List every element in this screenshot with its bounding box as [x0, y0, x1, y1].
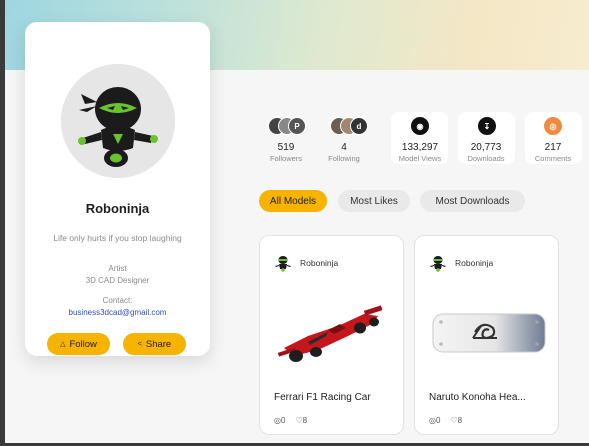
share-icon: <	[137, 340, 142, 348]
share-label: Share	[145, 338, 172, 350]
filter-all-models[interactable]: All Models	[259, 190, 327, 212]
person-plus-icon: △	[60, 341, 66, 348]
stat-label: Downloads	[467, 154, 505, 163]
stat-label: Comments	[534, 154, 572, 163]
like-value: 8	[457, 416, 463, 425]
stat-model-views: 133,297 Model Views	[390, 142, 450, 163]
author-name: Roboninja	[455, 258, 494, 268]
stat-followers[interactable]: 519 Followers	[256, 142, 316, 163]
filter-most-likes[interactable]: Most Likes	[338, 190, 410, 212]
profile-card: Roboninja Life only hurts if you stop la…	[25, 22, 210, 356]
following-avatars[interactable]: d	[330, 114, 368, 138]
naruto-headband-thumbnail	[432, 313, 546, 353]
download-icon: ↧	[477, 114, 497, 138]
stat-label: Followers	[269, 154, 303, 163]
author-avatar-icon	[430, 256, 446, 272]
model-title[interactable]: Ferrari F1 Racing Car	[274, 392, 399, 403]
stat-label: Model Views	[398, 154, 442, 163]
comment-count[interactable]: ◎0	[429, 416, 440, 425]
author-avatar-icon	[275, 256, 291, 272]
following-avatar: d	[350, 117, 368, 135]
contact-email-link[interactable]: business3dcad@gmail.com	[25, 308, 210, 317]
comment-value: 0	[280, 416, 286, 425]
stat-label: Following	[328, 154, 360, 163]
page: Roboninja Life only hurts if you stop la…	[0, 0, 589, 446]
follow-label: Follow	[69, 338, 97, 350]
profile-name: Roboninja	[85, 201, 150, 216]
stat-value: 217	[544, 142, 562, 153]
comment-icon: ◎	[274, 416, 281, 425]
ninja-avatar-icon	[61, 64, 175, 178]
profile-bio: Life only hurts if you stop laughing	[53, 233, 182, 243]
model-title[interactable]: Naruto Konoha Hea...	[429, 392, 554, 403]
profile-subrole: 3D CAD Designer	[85, 276, 150, 285]
stat-comments: 217 Comments	[523, 142, 583, 163]
stat-value: 4	[341, 142, 347, 153]
author-name: Roboninja	[300, 258, 339, 268]
stat-downloads: 20,773 Downloads	[456, 142, 516, 163]
model-author[interactable]: Roboninja	[429, 254, 493, 272]
like-count[interactable]: ♡8	[450, 416, 462, 425]
model-card[interactable]: Roboninja Naruto Konoha Hea... ◎0 ♡8	[414, 235, 559, 435]
comment-count-icon: ◎	[543, 114, 563, 138]
followers-avatars[interactable]: P	[268, 114, 306, 138]
model-stats: ◎0 ♡8	[274, 416, 307, 425]
comment-icon: ◎	[429, 416, 436, 425]
contact-label: Contact:	[102, 296, 133, 305]
like-value: 8	[302, 416, 308, 425]
comment-count[interactable]: ◎0	[274, 416, 285, 425]
follower-avatar: P	[288, 117, 306, 135]
model-card[interactable]: Roboninja Ferrari F1 Racing Car ◎0 ♡8	[259, 235, 404, 435]
heart-icon: ♡	[450, 416, 458, 425]
window-border	[0, 0, 5, 446]
like-count[interactable]: ♡8	[295, 416, 307, 425]
stat-value: 133,297	[401, 142, 439, 153]
profile-role: Artist	[108, 264, 127, 273]
heart-icon: ♡	[295, 416, 303, 425]
stat-following[interactable]: 4 Following	[314, 142, 374, 163]
follow-button[interactable]: △ Follow	[47, 333, 110, 355]
stat-value: 519	[277, 142, 295, 153]
stat-value: 20,773	[470, 142, 502, 153]
model-stats: ◎0 ♡8	[429, 416, 462, 425]
avatar	[61, 64, 175, 178]
model-author[interactable]: Roboninja	[274, 254, 338, 272]
comment-value: 0	[435, 416, 441, 425]
filter-most-downloads[interactable]: Most Downloads	[420, 190, 525, 212]
share-button[interactable]: < Share	[123, 333, 186, 355]
ferrari-model-thumbnail	[277, 305, 383, 362]
eye-icon: ◉	[410, 114, 430, 138]
